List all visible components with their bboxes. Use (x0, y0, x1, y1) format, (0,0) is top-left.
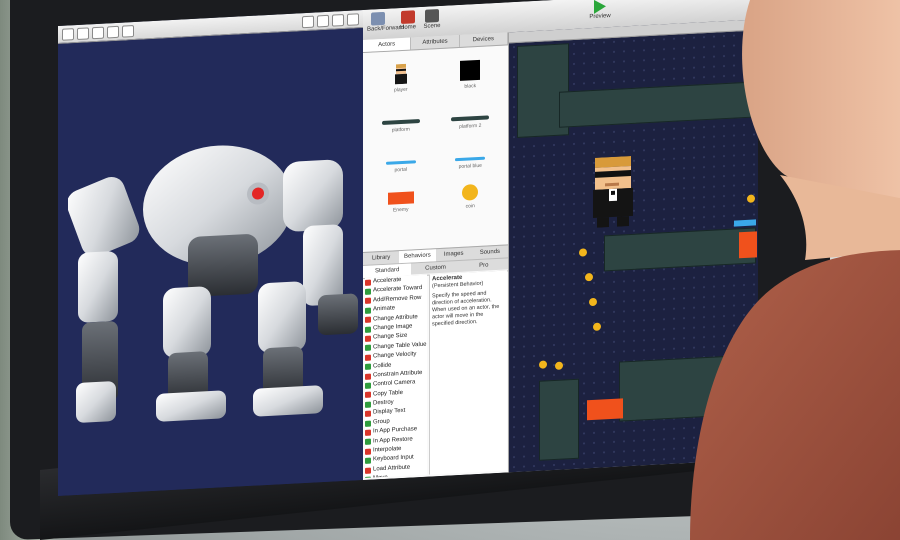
behavior-icon (365, 354, 371, 361)
platform-tile[interactable] (539, 378, 579, 461)
coin[interactable] (589, 297, 597, 307)
behavior-icon (365, 316, 371, 324)
editor-tool-button[interactable] (302, 15, 314, 28)
actor-item[interactable]: portal (369, 135, 433, 174)
actor-item[interactable]: coin (439, 172, 503, 211)
behavior-icon (365, 288, 371, 295)
behavior-icon (365, 429, 371, 436)
behavior-icon (365, 438, 371, 446)
actor-item[interactable]: Enemy (369, 175, 433, 214)
actor-item[interactable]: platform (369, 95, 433, 134)
behavior-icon (365, 307, 371, 314)
behavior-help: Accelerate (Persistent Behavior) Specify… (429, 270, 507, 475)
tab-behaviors[interactable]: Behaviors (399, 249, 436, 264)
behavior-icon (365, 335, 371, 342)
coin-thumbnail (462, 183, 479, 201)
play-icon (594, 0, 606, 14)
coin[interactable] (539, 360, 547, 369)
actor-item[interactable]: black (439, 52, 503, 91)
player-sprite[interactable] (589, 155, 637, 229)
editor-tool-button[interactable] (122, 24, 134, 38)
library-panel: Actors Attributes Devices player black p… (363, 32, 509, 481)
scene-icon (425, 9, 439, 23)
actor-name: coin (465, 203, 475, 210)
home-label: Home (399, 24, 416, 32)
behavior-label: Move (373, 474, 388, 478)
actor-name: platform 2 (459, 122, 482, 130)
preview-label: Preview (589, 13, 611, 21)
actor-name: platform (391, 126, 410, 134)
preview-button[interactable]: Preview (585, 0, 615, 20)
screen: Back/Forward Home Scene Preview Actors A… (58, 0, 758, 497)
image-editor-window (58, 10, 363, 497)
actor-name: portal (394, 166, 407, 174)
behavior-icon (365, 279, 371, 286)
player-thumbnail (394, 63, 407, 85)
tab-library[interactable]: Library (363, 251, 399, 265)
tab-actors[interactable]: Actors (363, 37, 412, 53)
behavior-icon (365, 457, 371, 465)
behavior-icon (365, 345, 371, 352)
actor-item[interactable]: player (369, 55, 433, 94)
home-button[interactable]: Home (397, 10, 419, 31)
actor-name: black (464, 83, 477, 90)
back-forward-button[interactable]: Back/Forward (367, 11, 404, 33)
tab-sounds[interactable]: Sounds (472, 245, 508, 259)
lava-block[interactable] (587, 398, 623, 421)
coin[interactable] (579, 248, 587, 257)
behavior-icon (365, 298, 371, 305)
behavior-icon (365, 382, 371, 389)
behavior-icon (365, 467, 371, 474)
tab-devices[interactable]: Devices (459, 32, 508, 47)
platform-thumbnail (381, 119, 420, 126)
behavior-icon (365, 476, 371, 478)
behavior-icon (365, 401, 371, 408)
black-thumbnail (460, 59, 481, 81)
editor-tool-button[interactable] (347, 12, 359, 26)
actor-name: Enemy (392, 206, 409, 214)
scene-button[interactable]: Scene (421, 9, 443, 30)
behavior-icon (365, 391, 371, 399)
coin[interactable] (555, 361, 563, 370)
behavior-label: Load Attribute (373, 464, 411, 473)
platform-thumbnail (451, 115, 490, 122)
editor-tool-button[interactable] (77, 26, 89, 40)
enemy-thumbnail (387, 191, 414, 205)
behavior-icon (365, 363, 371, 371)
actor-item[interactable]: platform 2 (439, 92, 503, 131)
behavior-icon (365, 373, 371, 380)
behaviors-list: Accelerate Accelerate Toward Add/Remove Ro… (365, 274, 427, 478)
help-text: Specify the speed and direction of accel… (432, 290, 500, 328)
behavior-icon (365, 410, 371, 418)
actor-item[interactable]: portal blue (439, 132, 503, 171)
actors-grid: player black platform platform 2 portal (363, 45, 508, 221)
tab-attributes[interactable]: Attributes (411, 34, 460, 50)
robot-image (68, 145, 358, 423)
scene-label: Scene (423, 22, 441, 30)
portal-thumbnail (455, 156, 486, 162)
home-icon (401, 10, 415, 25)
coin[interactable] (585, 272, 593, 282)
actor-name: portal blue (458, 162, 482, 171)
editor-tool-button[interactable] (62, 27, 74, 41)
tab-images[interactable]: Images (436, 247, 472, 261)
editor-tool-button[interactable] (107, 25, 119, 38)
person-foreground (690, 0, 900, 540)
portal-thumbnail (385, 160, 416, 165)
arrows-icon (371, 11, 385, 26)
editor-tool-button[interactable] (92, 26, 104, 39)
coin[interactable] (593, 322, 601, 331)
editor-tool-button[interactable] (332, 13, 344, 27)
toolbar-spacer (137, 22, 299, 30)
behavior-icon (365, 448, 371, 455)
behavior-icon (365, 326, 371, 333)
editor-tool-button[interactable] (317, 14, 329, 27)
behavior-icon (365, 420, 371, 427)
actor-name: player (393, 86, 408, 94)
editor-canvas[interactable] (58, 28, 363, 497)
